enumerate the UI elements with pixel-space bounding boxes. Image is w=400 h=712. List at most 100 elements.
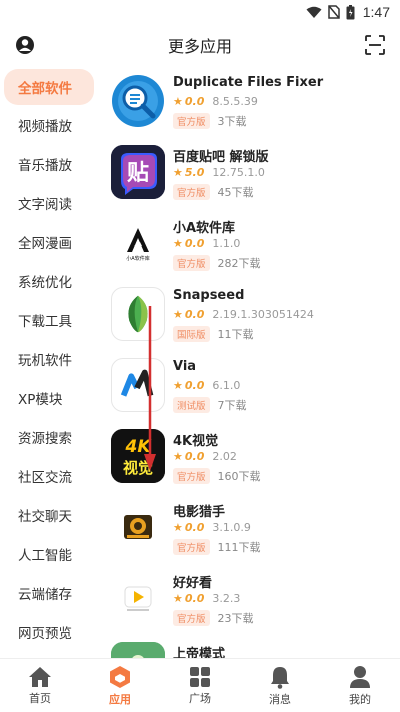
nav-label: 我的 [349,692,371,706]
app-version: 3.1.0.9 [212,521,251,534]
status-time: 1:47 [362,4,390,20]
play-icon [111,571,165,625]
nav-me[interactable]: 我的 [320,659,400,712]
app-meta: ★ 0.0 8.5.5.39 [173,95,258,108]
list-item[interactable]: 好好看 ★ 0.0 3.2.3 官方版 23下载 [100,563,400,634]
app-name: 好好看 [173,576,213,591]
app-version: 8.5.5.39 [212,95,258,108]
sidebar-item-label: 人工智能 [18,547,72,564]
film-icon [111,500,165,554]
header: 更多应用 [0,24,400,66]
letter-a-icon: 小A软件库 [111,216,165,270]
app-tags: 官方版 160下载 [173,468,261,484]
app-name: 上帝模式 [173,647,226,658]
sidebar-item-system[interactable]: 系统优化 [0,261,100,300]
app-rating: 0.0 [184,521,205,534]
list-item[interactable]: 上帝模式 [100,634,400,658]
app-name: 电影猎手 [173,505,226,520]
nav-messages[interactable]: 消息 [240,659,320,712]
app-meta: ★ 0.0 6.1.0 [173,379,240,392]
app-tags: 官方版 111下载 [173,539,261,555]
status-bar: 1:47 [0,0,400,24]
app-version: 3.2.3 [212,592,241,605]
sidebar-item-label: 文字阅读 [18,196,72,213]
star-icon: ★ [173,521,183,534]
user-profile-icon[interactable] [15,35,35,55]
edition-badge: 官方版 [173,610,210,626]
sidebar-item-cloud-storage[interactable]: 云端储存 [0,573,100,612]
sidebar-item-download[interactable]: 下载工具 [0,300,100,339]
app-version: 2.02 [212,450,237,463]
nav-home[interactable]: 首页 [0,659,80,712]
app-rating: 0.0 [184,237,205,250]
no-sim-icon [328,5,340,19]
sidebar-item-comics[interactable]: 全网漫画 [0,222,100,261]
red-arrow-annotation [144,306,156,471]
nav-square[interactable]: 广场 [160,659,240,712]
edition-badge: 官方版 [173,184,210,200]
sidebar-item-label: 系统优化 [18,274,72,291]
edition-badge: 官方版 [173,255,210,271]
sidebar-item-community[interactable]: 社区交流 [0,456,100,495]
god-mode-icon [111,642,165,658]
app-meta: ★ 0.0 3.2.3 [173,592,240,605]
wifi-icon [306,6,322,18]
sidebar-item-all-software[interactable]: 全部软件 [4,69,94,105]
sidebar-item-label: 下载工具 [18,313,72,330]
list-item[interactable]: Duplicate Files Fixer ★ 0.0 8.5.5.39 官方版 3下… [100,66,400,137]
app-tags: 官方版 45下载 [173,184,254,200]
sidebar-item-label: 社区交流 [18,469,72,486]
sidebar-item-reading[interactable]: 文字阅读 [0,183,100,222]
sidebar-item-label: 云端储存 [18,586,72,603]
app-rating: 0.0 [184,450,205,463]
sidebar-item-label: 社交聊天 [18,508,72,525]
sidebar-item-video[interactable]: 视频播放 [0,105,100,144]
app-version: 2.19.1.303051424 [212,308,314,321]
star-icon: ★ [173,592,183,605]
sidebar-item-tinkering[interactable]: 玩机软件 [0,339,100,378]
sidebar-item-resource-search[interactable]: 资源搜索 [0,417,100,456]
edition-badge: 国际版 [173,326,210,342]
sidebar-item-music[interactable]: 音乐播放 [0,144,100,183]
letter-a-icon-text: 小A软件库 [126,255,149,262]
app-name: Snapseed [173,288,245,303]
page-title: 更多应用 [167,37,232,56]
sidebar-item-label: 全部软件 [18,81,72,97]
nav-apps[interactable]: 应用 [80,659,160,712]
sidebar-item-label: 网页预览 [18,625,72,642]
sidebar-item-label: 全网漫画 [18,235,72,252]
download-count: 160下载 [217,470,261,483]
app-meta: ★ 0.0 1.1.0 [173,237,240,250]
download-count: 111下载 [217,541,261,554]
app-rating: 0.0 [184,592,205,605]
sidebar-item-web-preview[interactable]: 网页预览 [0,612,100,651]
app-meta: ★ 0.0 3.1.0.9 [173,521,251,534]
star-icon: ★ [173,308,183,321]
app-meta: ★ 0.0 2.19.1.303051424 [173,308,314,321]
download-count: 282下载 [217,257,261,270]
list-item[interactable]: 电影猎手 ★ 0.0 3.1.0.9 官方版 111下载 [100,492,400,563]
sidebar-item-xp-modules[interactable]: XP模块 [0,378,100,417]
home-icon [29,666,51,687]
star-icon: ★ [173,237,183,250]
download-count: 23下载 [217,612,254,625]
app-version: 6.1.0 [212,379,241,392]
edition-badge: 测试版 [173,397,210,413]
sidebar-item-ai[interactable]: 人工智能 [0,534,100,573]
app-name: 百度贴吧 解锁版 [173,150,269,165]
tieba-icon: 贴 [111,145,165,199]
app-name: Duplicate Files Fixer [173,75,324,90]
download-count: 11下载 [217,328,254,341]
app-tags: 官方版 3下载 [173,113,247,129]
sidebar-item-social-chat[interactable]: 社交聊天 [0,495,100,534]
app-meta: ★ 0.0 2.02 [173,450,237,463]
list-item[interactable]: 贴 百度贴吧 解锁版 ★ 5.0 12.75.1.0 官方版 45下载 [100,137,400,208]
battery-icon [346,4,355,19]
list-item[interactable]: 小A软件库 小A软件库 ★ 0.0 1.1.0 官方版 282下载 [100,208,400,279]
bell-icon [271,666,289,689]
person-icon [350,665,370,688]
app-tags: 官方版 282下载 [173,255,261,271]
star-icon: ★ [173,95,183,108]
scan-icon[interactable] [364,34,386,56]
download-count: 7下载 [217,399,247,412]
